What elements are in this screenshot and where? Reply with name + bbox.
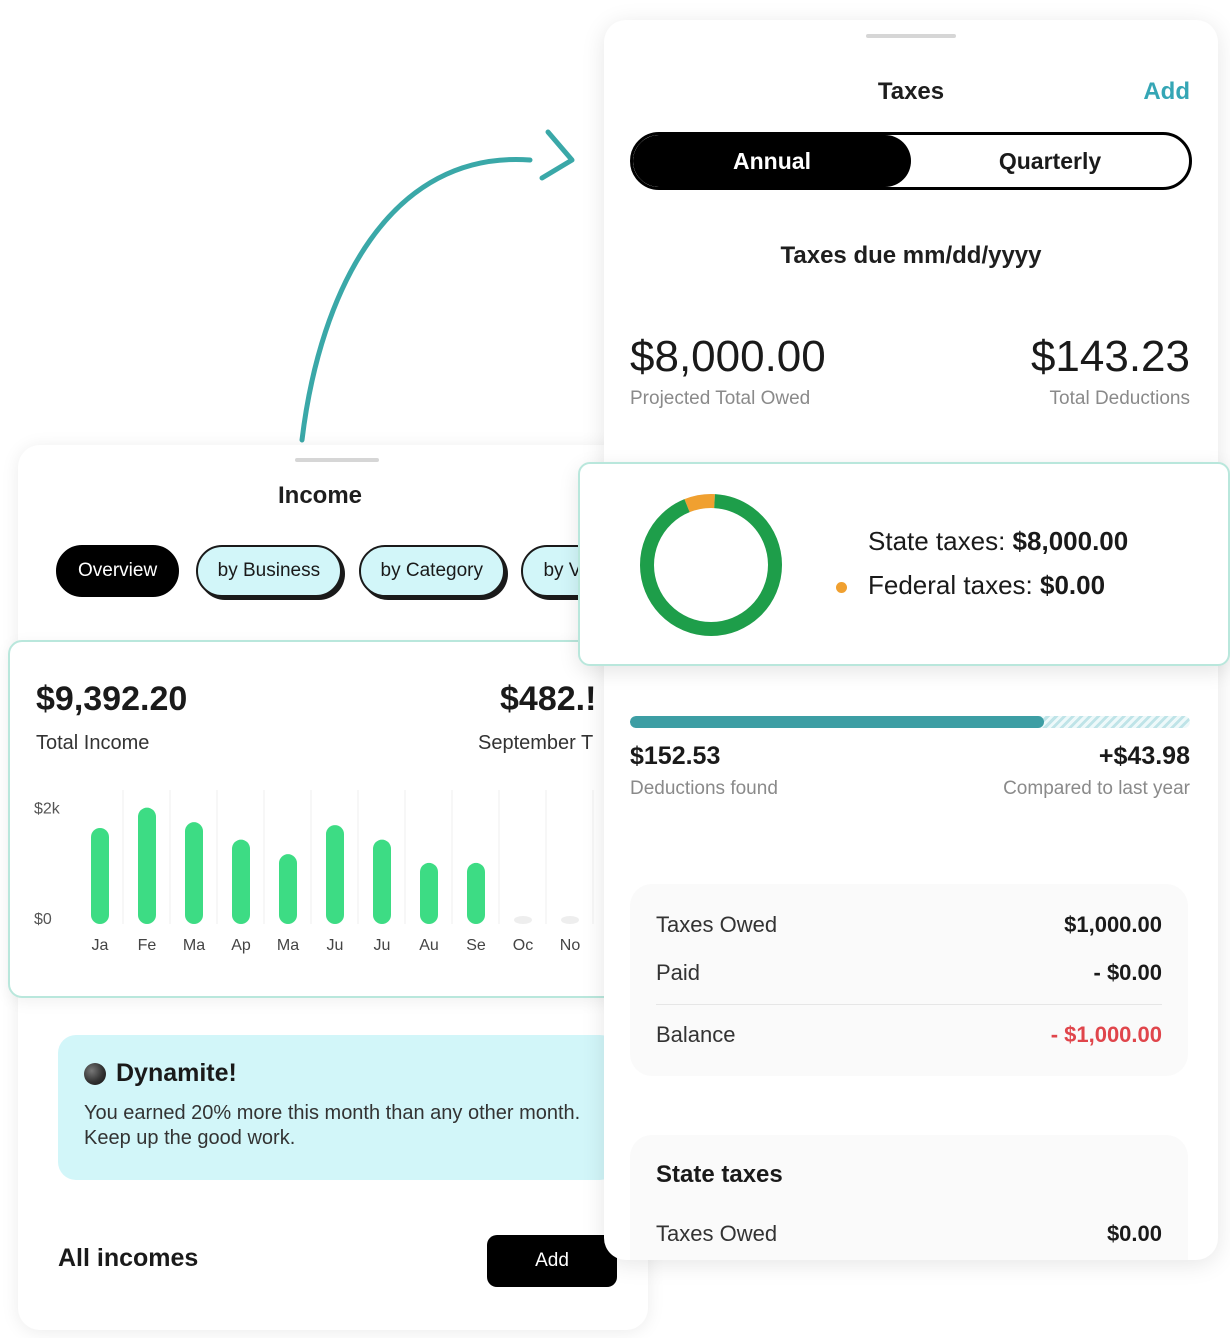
projected-total-label: Projected Total Owed [630, 388, 811, 409]
x-tick-label: Au [419, 937, 439, 954]
chart-bar[interactable] [373, 839, 391, 924]
compared-label: Compared to last year [1003, 778, 1190, 799]
x-tick-label: Ju [327, 937, 344, 954]
chart-bar[interactable] [420, 862, 438, 924]
income-filter-tabs: Overview by Business by Category by V [56, 545, 586, 605]
tab-by-v[interactable]: by V [521, 545, 586, 597]
add-tax-button[interactable]: Add [1143, 78, 1190, 106]
total-income-amount: $9,392.20 [36, 680, 188, 718]
deductions-progress-bar [630, 716, 1190, 728]
chart-bar[interactable] [185, 822, 203, 924]
taxes-sheet-handle[interactable] [866, 34, 956, 38]
paid-value: - $0.00 [1093, 960, 1163, 985]
deductions-progress-fill [630, 716, 1045, 728]
income-title: Income [277, 482, 363, 509]
tab-by-business[interactable]: by Business [195, 545, 343, 597]
balance-label: Balance [656, 1022, 736, 1047]
dynamite-title: Dynamite! [116, 1059, 237, 1087]
chart-bar[interactable] [232, 839, 250, 924]
segment-annual[interactable]: Annual [633, 135, 911, 187]
donut-slice [640, 494, 782, 636]
tax-breakdown-card: State taxes: $8,000.00 Federal taxes: $0… [578, 462, 1230, 666]
chart-bar[interactable] [514, 916, 532, 924]
income-sheet-handle[interactable] [295, 458, 379, 462]
taxes-title: Taxes [877, 78, 945, 105]
federal-taxes-legend: Federal taxes: $0.00 [868, 570, 1105, 601]
y-tick-label: $2k [34, 801, 61, 818]
tab-by-category[interactable]: by Category [358, 545, 505, 597]
tax-donut-chart [640, 494, 782, 636]
x-tick-label: Ap [231, 937, 251, 954]
taxes-owed-label: Taxes Owed [656, 912, 778, 937]
paid-label: Paid [656, 960, 701, 985]
state-taxes-legend-value: $8,000.00 [1012, 526, 1129, 556]
month-income-amount: $482.! [500, 680, 597, 718]
chart-bar[interactable] [467, 862, 485, 924]
taxes-owed-summary: Taxes Owed $1,000.00 Paid - $0.00 Balanc… [630, 884, 1188, 1076]
income-summary-card: $9,392.20 Total Income $482.! September … [8, 640, 628, 998]
taxes-owed-value: $1,000.00 [1064, 912, 1162, 937]
state-taxes-legend: State taxes: $8,000.00 [868, 526, 1128, 557]
deductions-found-amount: $152.53 [630, 742, 721, 770]
month-income-label: September T [478, 732, 594, 754]
x-tick-label: Ma [277, 937, 299, 954]
federal-taxes-legend-value: $0.00 [1039, 570, 1106, 600]
chart-bar[interactable] [326, 825, 344, 924]
x-tick-label: No [560, 937, 581, 954]
x-tick-label: Ja [92, 937, 109, 954]
federal-legend-dot [836, 582, 847, 593]
bomb-icon [84, 1063, 106, 1085]
add-income-button[interactable]: Add [487, 1235, 617, 1287]
chart-bar[interactable] [561, 916, 579, 924]
segment-quarterly[interactable]: Quarterly [911, 135, 1189, 187]
total-deductions-label: Total Deductions [1049, 388, 1190, 409]
federal-taxes-legend-label: Federal taxes: [868, 570, 1033, 600]
decorative-arrow [299, 129, 575, 443]
dynamite-message: You earned 20% more this month than any … [84, 1102, 581, 1149]
compared-amount: +$43.98 [1098, 742, 1190, 770]
balance-value: - $1,000.00 [1050, 1022, 1162, 1047]
chart-bar[interactable] [279, 854, 297, 924]
state-taxes-owed-label: Taxes Owed [656, 1221, 778, 1246]
state-taxes-section: State taxes Taxes Owed $0.00 [630, 1135, 1188, 1260]
taxes-due-date: Taxes due mm/dd/yyyy [780, 242, 1042, 269]
x-tick-label: Oc [513, 937, 533, 954]
donut-slice [640, 494, 782, 636]
projected-total-amount: $8,000.00 [630, 332, 826, 381]
chart-bar[interactable] [91, 828, 109, 924]
income-bar-chart: $2k $0 Ja Fe Ma Ap Ma Ju Ju Au Se Oc No [34, 790, 594, 954]
total-income-label: Total Income [36, 732, 150, 754]
x-tick-label: Fe [138, 937, 157, 954]
state-taxes-owed-value: $0.00 [1106, 1221, 1162, 1246]
all-incomes-heading: All incomes [58, 1244, 199, 1272]
tab-overview[interactable]: Overview [56, 545, 180, 597]
state-taxes-legend-label: State taxes: [868, 526, 1006, 556]
y-tick-label: $0 [34, 911, 52, 928]
dynamite-banner: Dynamite! You earned 20% more this month… [58, 1035, 618, 1180]
x-tick-label: Ma [183, 937, 205, 954]
total-deductions-amount: $143.23 [1030, 332, 1190, 381]
chart-bar[interactable] [138, 807, 156, 924]
summary-divider [656, 1004, 1162, 1005]
period-toggle: Annual Quarterly [630, 132, 1192, 190]
x-tick-label: Ju [374, 937, 391, 954]
x-tick-label: Se [466, 937, 486, 954]
state-taxes-title: State taxes [656, 1161, 783, 1188]
deductions-found-label: Deductions found [630, 778, 778, 799]
